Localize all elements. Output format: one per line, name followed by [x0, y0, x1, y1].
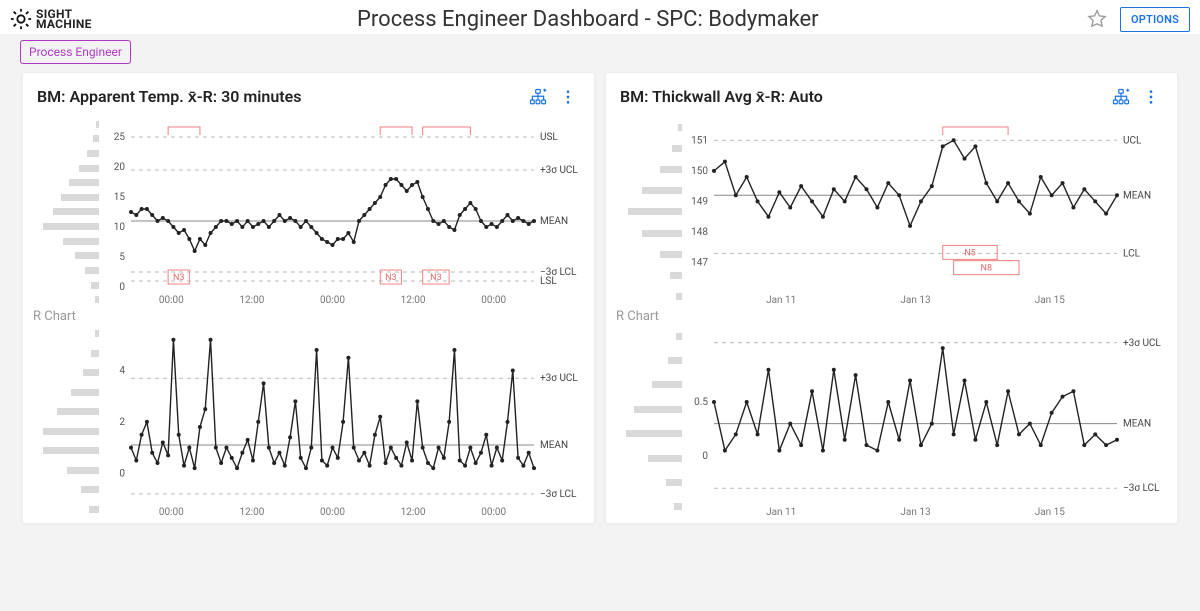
svg-text:149: 149: [691, 196, 708, 207]
histogram: [33, 117, 103, 307]
svg-text:00:00: 00:00: [159, 295, 184, 306]
spc-panel-right: BM: Thickwall Avg x̄-R: Auto: [605, 72, 1178, 524]
svg-text:4: 4: [119, 366, 125, 377]
svg-text:00:00: 00:00: [159, 507, 184, 518]
svg-text:+3σ UCL: +3σ UCL: [1123, 338, 1161, 349]
histogram: [33, 324, 103, 519]
options-button[interactable]: OPTIONS: [1120, 7, 1190, 32]
svg-text:UCL: UCL: [1123, 135, 1142, 146]
brand-bottom: MACHINE: [36, 19, 92, 29]
svg-text:00:00: 00:00: [320, 507, 345, 518]
hierarchy-icon: [529, 88, 547, 106]
svg-text:N3: N3: [430, 273, 441, 283]
svg-text:147: 147: [691, 258, 708, 269]
more-vertical-icon: [560, 89, 576, 105]
svg-text:0: 0: [702, 451, 708, 462]
svg-text:N3: N3: [385, 273, 396, 283]
range-chart: 0 0.5 +3σ UCL MEAN −3σ LCL Jan 11 Jan 13 Jan 15: [686, 324, 1167, 519]
svg-text:N8: N8: [981, 264, 992, 274]
svg-text:00:00: 00:00: [320, 295, 345, 306]
brand-logo: SIGHT MACHINE: [10, 8, 92, 30]
spc-panel-left: BM: Apparent Temp. x̄-R: 30 minutes: [22, 72, 595, 524]
tag-row: Process Engineer: [0, 34, 1200, 72]
svg-text:+3σ UCL: +3σ UCL: [540, 165, 578, 176]
more-vertical-icon: [1143, 89, 1159, 105]
svg-text:150: 150: [691, 166, 708, 177]
network-button[interactable]: [526, 85, 550, 109]
panel-title: BM: Thickwall Avg x̄-R: Auto: [620, 87, 1103, 107]
svg-text:N5: N5: [964, 248, 975, 258]
svg-text:12:00: 12:00: [239, 507, 264, 518]
svg-text:Jan 13: Jan 13: [900, 507, 930, 518]
r-chart-label: R Chart: [616, 307, 686, 324]
svg-text:−3σ LCL: −3σ LCL: [1123, 483, 1160, 494]
svg-text:00:00: 00:00: [481, 507, 506, 518]
svg-text:MEAN: MEAN: [1123, 419, 1151, 430]
app-header: SIGHT MACHINE Process Engineer Dashboard…: [0, 0, 1200, 34]
svg-text:12:00: 12:00: [401, 507, 426, 518]
svg-text:MEAN: MEAN: [1123, 190, 1151, 201]
svg-text:12:00: 12:00: [239, 295, 264, 306]
svg-text:10: 10: [114, 222, 126, 233]
svg-text:151: 151: [691, 135, 708, 146]
svg-text:Jan 11: Jan 11: [766, 295, 796, 306]
panel-title: BM: Apparent Temp. x̄-R: 30 minutes: [37, 87, 520, 107]
svg-text:0: 0: [119, 468, 125, 479]
svg-text:0: 0: [119, 282, 125, 293]
svg-text:+3σ UCL: +3σ UCL: [540, 373, 578, 384]
page-title: Process Engineer Dashboard - SPC: Bodyma…: [92, 7, 1084, 32]
svg-text:5: 5: [119, 252, 125, 263]
xbar-chart-row: 147 148 149 150 151 UCL MEAN LCL N5 N8 Jan 11 Jan 1…: [616, 117, 1167, 307]
svg-text:148: 148: [691, 227, 708, 238]
network-button[interactable]: [1109, 85, 1133, 109]
range-chart-row: 0 0.5 +3σ UCL MEAN −3σ LCL Jan 11 Jan 13 Jan 15: [616, 324, 1167, 519]
svg-text:N3: N3: [173, 273, 184, 283]
filter-tag[interactable]: Process Engineer: [20, 40, 131, 64]
svg-text:2: 2: [119, 417, 125, 428]
hierarchy-icon: [1112, 88, 1130, 106]
svg-text:LSL: LSL: [540, 276, 557, 287]
svg-text:00:00: 00:00: [481, 295, 506, 306]
svg-text:LCL: LCL: [1123, 248, 1141, 259]
svg-text:MEAN: MEAN: [540, 216, 568, 227]
histogram: [616, 117, 686, 307]
svg-text:Jan 15: Jan 15: [1035, 295, 1066, 306]
r-chart-label: R Chart: [33, 307, 103, 324]
svg-text:15: 15: [114, 192, 126, 203]
svg-text:Jan 13: Jan 13: [900, 295, 930, 306]
panel-menu-button[interactable]: [556, 85, 580, 109]
svg-text:12:00: 12:00: [401, 295, 426, 306]
star-icon: [1087, 9, 1107, 29]
svg-text:−3σ LCL: −3σ LCL: [540, 489, 577, 500]
svg-text:20: 20: [114, 162, 126, 173]
range-chart-row: 0 2 4 +3σ UCL MEAN −3σ LCL 00:00 12:00 00:00 12:0…: [33, 324, 584, 519]
svg-text:Jan 15: Jan 15: [1035, 507, 1066, 518]
svg-text:USL: USL: [540, 132, 558, 143]
svg-text:MEAN: MEAN: [540, 440, 568, 451]
xbar-chart: 0510152025USL+3σ UCLMEAN−3σ LCLLSLN3N3N3…: [103, 117, 584, 307]
range-chart: 0 2 4 +3σ UCL MEAN −3σ LCL 00:00 12:00 00:00 12:0…: [103, 324, 584, 519]
histogram: [616, 324, 686, 519]
xbar-chart: 147 148 149 150 151 UCL MEAN LCL N5 N8 Jan 11 Jan 1…: [686, 117, 1167, 307]
svg-text:Jan 11: Jan 11: [766, 507, 796, 518]
panel-menu-button[interactable]: [1139, 85, 1163, 109]
panel-container: BM: Apparent Temp. x̄-R: 30 minutes: [0, 72, 1200, 524]
svg-text:0.5: 0.5: [694, 397, 708, 408]
xbar-chart-row: 0510152025USL+3σ UCLMEAN−3σ LCLLSLN3N3N3…: [33, 117, 584, 307]
gear-icon: [10, 8, 32, 30]
favorite-button[interactable]: [1084, 6, 1110, 32]
svg-text:25: 25: [114, 132, 126, 143]
